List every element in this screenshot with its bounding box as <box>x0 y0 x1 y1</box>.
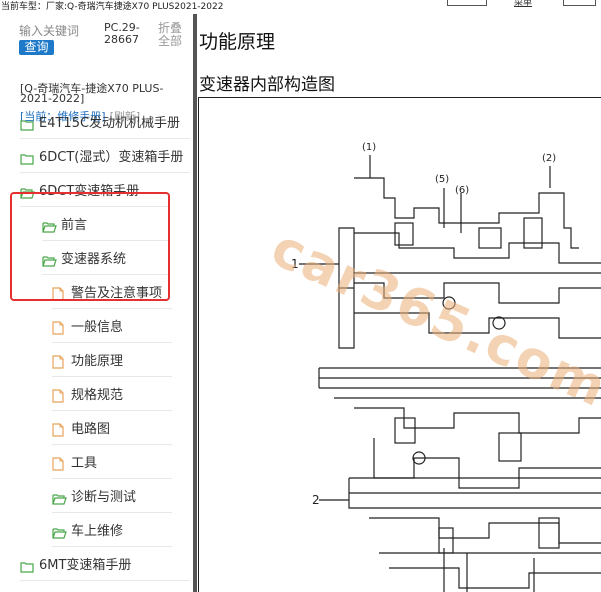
tree-separator <box>52 342 172 343</box>
page-subtitle: 变速器内部构造图 <box>199 75 335 95</box>
tree-item-label: 6DCT(湿式）变速箱手册 <box>39 150 184 165</box>
tree-item[interactable]: 功能原理 <box>52 351 123 373</box>
tree-item-label: 功能原理 <box>71 354 124 369</box>
tree-item-label: 诊断与测试 <box>71 490 137 505</box>
document-icon <box>52 422 67 437</box>
callout-5: (5) <box>435 174 449 185</box>
folder-open-icon <box>52 491 67 505</box>
tree-item-label: 6MT变速箱手册 <box>39 558 132 573</box>
tree-separator <box>20 138 190 139</box>
top-bar: 当前车型：厂家:Q-奇瑞汽车捷途X70 PLUS2021-2022 菜单 <box>0 0 601 14</box>
folder-icon <box>20 151 35 165</box>
callout-6: (6) <box>455 185 469 196</box>
collapse-all-button[interactable]: 折叠全部 <box>158 22 186 48</box>
search-input[interactable]: 输入关键词 <box>19 22 79 39</box>
tree-item[interactable]: 一般信息 <box>52 317 123 339</box>
vehicle-name: [Q-奇瑞汽车-捷途X70 PLUS-2021-2022] <box>20 82 164 105</box>
tree-item-label: 工具 <box>71 456 98 471</box>
tree-separator <box>20 172 190 173</box>
tree-separator <box>20 580 190 581</box>
tree-separator <box>52 444 172 445</box>
tree-item-label: 规格规范 <box>71 388 124 403</box>
tree-item[interactable]: E4T15C发动机机械手册 <box>20 113 180 135</box>
tree-item-label: E4T15C发动机机械手册 <box>39 116 181 131</box>
toolbar-button[interactable] <box>447 0 487 6</box>
tree-separator <box>52 512 172 513</box>
pane-divider[interactable] <box>193 14 197 592</box>
vehicle-label: 当前车型：厂家:Q-奇瑞汽车捷途X70 PLUS2021-2022 <box>1 2 224 12</box>
tree-item-label: 车上维修 <box>71 524 124 539</box>
menu-button[interactable]: 菜单 <box>503 0 543 9</box>
folder-icon <box>20 117 35 131</box>
toolbar-button[interactable] <box>563 0 596 6</box>
folder-icon <box>20 559 35 573</box>
page-title: 功能原理 <box>199 31 276 53</box>
tree-separator <box>52 308 172 309</box>
highlight-box <box>10 192 170 301</box>
callout-2: (2) <box>542 153 556 164</box>
tree-item[interactable]: 电路图 <box>52 419 110 441</box>
callout-1: (1) <box>362 142 376 153</box>
tree-separator <box>52 478 172 479</box>
tree-item-label: 电路图 <box>71 422 111 437</box>
callout-left-2: 2 <box>312 493 320 507</box>
tree-item[interactable]: 工具 <box>52 453 97 475</box>
pc-code: PC.29-28667 <box>104 21 140 46</box>
tree-item[interactable]: 6MT变速箱手册 <box>20 555 131 577</box>
sidebar: 输入关键词 查询 PC.29-28667 折叠全部 [Q-奇瑞汽车-捷途X70 … <box>0 14 193 592</box>
search-button[interactable]: 查询 <box>19 40 54 55</box>
tree-item[interactable]: 规格规范 <box>52 385 123 407</box>
document-icon <box>52 456 67 471</box>
tree-item[interactable]: 车上维修 <box>52 521 123 543</box>
tree-separator <box>52 376 172 377</box>
document-icon <box>52 354 67 369</box>
tree-separator <box>52 546 172 547</box>
tree-separator <box>52 410 172 411</box>
tree-item-label: 一般信息 <box>71 320 124 335</box>
folder-open-icon <box>52 525 67 539</box>
tree-item[interactable]: 诊断与测试 <box>52 487 136 509</box>
tree-item[interactable]: 6DCT(湿式）变速箱手册 <box>20 147 183 169</box>
document-icon <box>52 320 67 335</box>
document-icon <box>52 388 67 403</box>
